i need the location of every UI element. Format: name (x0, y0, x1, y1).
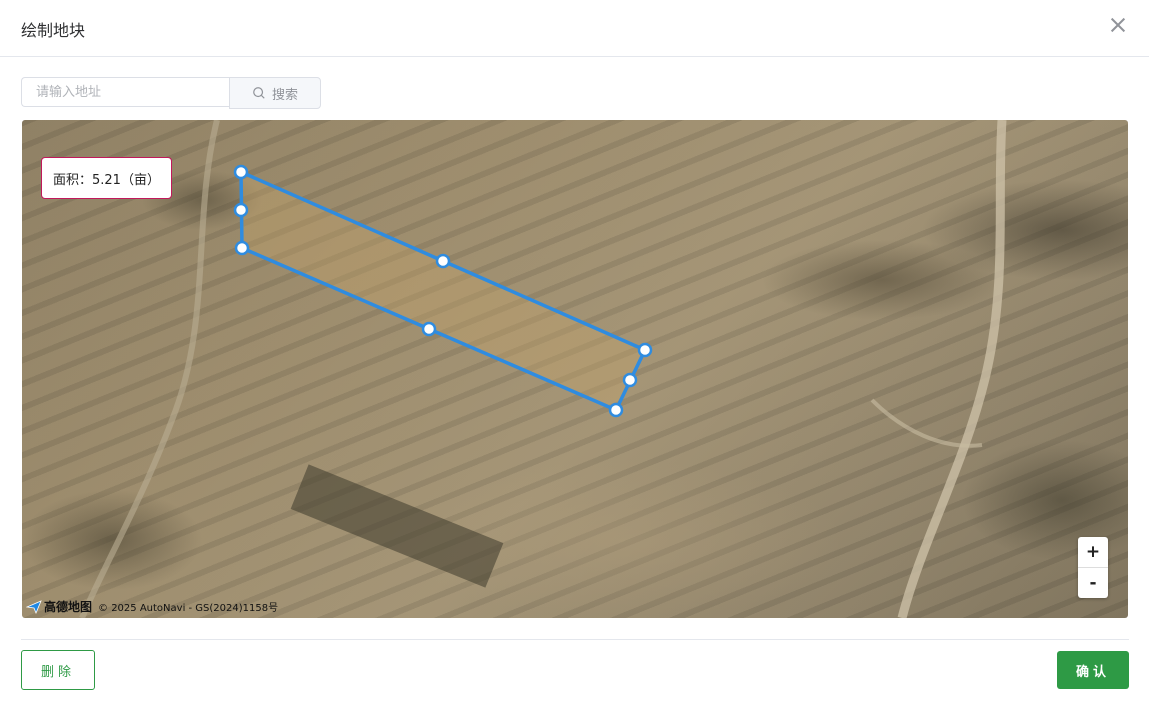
vertex-handle[interactable] (234, 240, 250, 256)
midpoint-handle[interactable] (421, 321, 437, 337)
dialog-title: 绘制地块 (21, 21, 86, 40)
dialog-header: 绘制地块 (0, 0, 1149, 57)
zoom-in-button[interactable]: + (1078, 537, 1108, 567)
search-button-label: 搜索 (271, 87, 298, 103)
footer-divider (21, 639, 1129, 640)
map-overlay (79, 120, 1007, 618)
copyright-text: © 2025 AutoNavi - GS(2024)1158号 (98, 603, 279, 614)
search-button[interactable]: 搜索 (229, 77, 321, 109)
vertex-handle[interactable] (608, 402, 624, 418)
amap-logo[interactable]: 高德地图 (26, 598, 92, 615)
draw-plot-dialog: 绘制地块 搜索 面积：5.21（亩） (0, 0, 1149, 710)
vertex-handle[interactable] (233, 164, 249, 180)
tree-row (290, 464, 504, 588)
address-search-input[interactable] (21, 77, 229, 107)
amap-logo-text: 高德地图 (44, 600, 93, 614)
confirm-button[interactable]: 确认 (1057, 651, 1129, 689)
midpoint-handle[interactable] (435, 253, 451, 269)
amap-logo-icon (26, 599, 42, 614)
satellite-map[interactable]: 面积：5.21（亩） + - 高德地图 © 2025 AutoNavi - GS… (22, 120, 1128, 618)
zoom-out-button[interactable]: - (1078, 567, 1108, 598)
search-icon (253, 87, 265, 99)
midpoint-handle[interactable] (233, 202, 249, 218)
plot-polygon[interactable] (239, 170, 647, 412)
midpoint-handle[interactable] (622, 372, 638, 388)
dirt-road (897, 120, 1007, 618)
zoom-control: + - (1078, 537, 1108, 598)
vertex-handle[interactable] (637, 342, 653, 358)
area-label: 面积：5.21（亩） (41, 157, 172, 199)
close-icon[interactable] (1107, 14, 1129, 36)
map-attribution: 高德地图 © 2025 AutoNavi - GS(2024)1158号 (26, 598, 278, 615)
delete-button[interactable]: 删除 (21, 650, 95, 690)
